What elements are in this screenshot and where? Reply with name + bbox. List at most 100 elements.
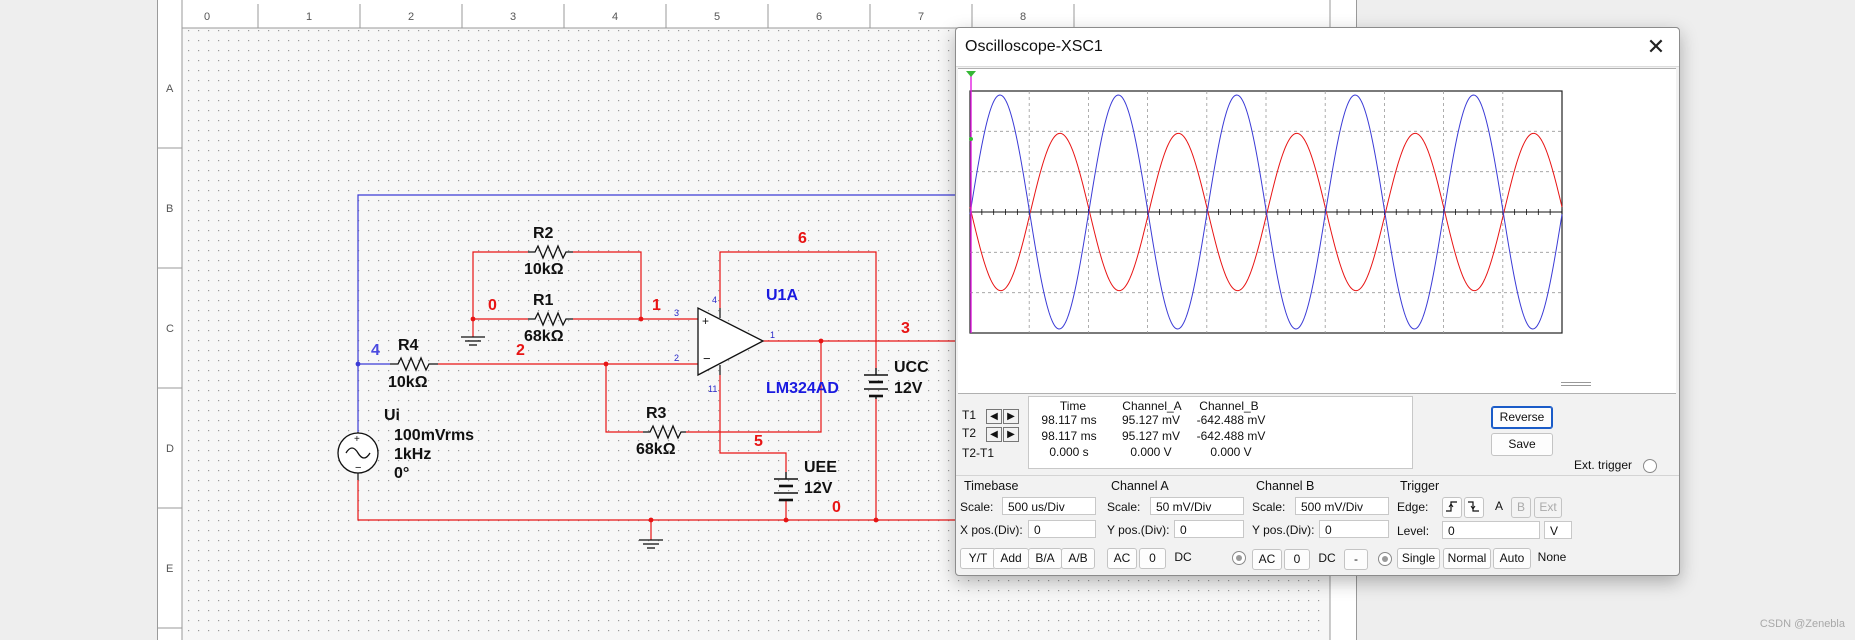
opamp-name: U1A — [766, 287, 798, 304]
rising-edge-icon[interactable] — [1442, 497, 1462, 518]
waveform-display[interactable] — [958, 69, 1676, 393]
source-name: Ui — [384, 407, 400, 424]
timebase-scale-input[interactable]: 500 us/Div — [1002, 497, 1096, 515]
top-ruler-label: 6 — [816, 11, 822, 23]
left-ruler-label: B — [166, 203, 173, 215]
trigger-mode-auto-button[interactable]: Auto — [1493, 548, 1531, 569]
channel-b-ypos-label: Y pos.(Div): — [1252, 523, 1315, 537]
t1-channel-b: -642.488 mV — [1196, 413, 1266, 427]
trigger-source-b-button[interactable]: B — [1511, 497, 1531, 518]
save-button[interactable]: Save — [1491, 433, 1553, 456]
top-ruler-label: 7 — [918, 11, 924, 23]
t2-t1-channel-a: 0.000 V — [1130, 445, 1172, 459]
top-ruler-label: 1 — [306, 11, 312, 23]
channel-b-scale-label: Scale: — [1252, 500, 1286, 514]
source-frequency: 1kHz — [394, 446, 431, 463]
trigger-mode-normal-button[interactable]: Normal — [1443, 548, 1491, 569]
source-phase: 0° — [394, 465, 409, 482]
r2-value: 10kΩ — [524, 261, 564, 278]
channel-b-dc-button[interactable]: DC — [1312, 549, 1342, 570]
t2-t1-label: T2-T1 — [962, 446, 995, 460]
r4-value: 10kΩ — [388, 374, 428, 391]
add-mode-button[interactable]: Add — [993, 548, 1029, 569]
channel-a-scale-label: Scale: — [1107, 500, 1141, 514]
net-label-2: 2 — [516, 342, 525, 359]
channel-a-dc-button[interactable]: DC — [1168, 548, 1198, 569]
top-ruler-label: 5 — [714, 11, 720, 23]
reverse-button[interactable]: Reverse — [1491, 406, 1553, 429]
top-ruler — [158, 0, 1356, 28]
top-ruler-label: 2 — [408, 11, 414, 23]
timebase-title: Timebase — [964, 479, 1019, 493]
channel-a-zero-button[interactable]: 0 — [1139, 548, 1166, 569]
svg-text:−: − — [355, 462, 361, 474]
trigger-mode-none-button[interactable]: None — [1533, 548, 1571, 569]
pin-1: 1 — [770, 330, 775, 340]
t1-right-arrow-icon[interactable]: ▶ — [1003, 409, 1019, 424]
channel-b-scale-input[interactable]: 500 mV/Div — [1295, 497, 1389, 515]
channel-b-terminal[interactable] — [1378, 552, 1392, 566]
r3-value: 68kΩ — [636, 441, 676, 458]
t1-label: T1 — [962, 408, 977, 422]
r1-name: R1 — [533, 292, 554, 309]
t2-time: 98.117 ms — [1041, 429, 1097, 443]
trigger-level-input[interactable]: 0 — [1442, 521, 1540, 539]
net-label-6: 6 — [798, 230, 807, 247]
timebase-xpos-input[interactable]: 0 — [1028, 520, 1096, 538]
channel-b-ypos-input[interactable]: 0 — [1319, 520, 1389, 538]
watermark: CSDN @Zenebla — [1759, 618, 1845, 630]
t2-left-arrow-icon[interactable]: ◀ — [986, 427, 1002, 442]
t1-time: 98.117 ms — [1041, 413, 1097, 427]
header-time: Time — [1059, 399, 1087, 413]
channel-a-ac-button[interactable]: AC — [1107, 548, 1137, 569]
net-label-0-b: 0 — [832, 499, 841, 516]
pin-4: 4 — [712, 295, 717, 305]
trigger-title: Trigger — [1400, 479, 1440, 493]
opamp-part: LM324AD — [766, 380, 839, 397]
ext-trigger-terminal[interactable] — [1643, 459, 1657, 473]
yt-mode-button[interactable]: Y/T — [960, 548, 996, 569]
trigger-mode-single-button[interactable]: Single — [1397, 548, 1440, 569]
trigger-level-label: Level: — [1397, 524, 1430, 538]
uee-value: 12V — [804, 480, 833, 497]
channel-a-ypos-input[interactable]: 0 — [1174, 520, 1244, 538]
top-ruler-label: 3 — [510, 11, 516, 23]
channel-a-terminal[interactable] — [1232, 551, 1246, 565]
trigger-source-ext-button[interactable]: Ext — [1534, 497, 1562, 518]
pin-3: 3 — [674, 308, 679, 318]
oscilloscope-screen[interactable] — [958, 68, 1676, 394]
t2-label: T2 — [962, 426, 977, 440]
controls-divider — [956, 475, 1679, 476]
net-label-0-a: 0 — [488, 297, 497, 314]
trigger-source-a-button[interactable]: A — [1489, 497, 1509, 518]
channel-b-ac-button[interactable]: AC — [1252, 549, 1282, 570]
t2-right-arrow-icon[interactable]: ▶ — [1003, 427, 1019, 442]
oscilloscope-titlebar[interactable]: Oscilloscope-XSC1 ✕ — [956, 28, 1679, 67]
left-ruler — [158, 0, 182, 640]
top-ruler-label: 4 — [612, 11, 618, 23]
splitter-handle[interactable] — [1561, 382, 1591, 386]
ab-mode-button[interactable]: A/B — [1061, 548, 1095, 569]
pin-2: 2 — [674, 353, 679, 363]
r3-name: R3 — [646, 405, 667, 422]
t1-channel-a: 95.127 mV — [1121, 413, 1181, 427]
close-icon[interactable]: ✕ — [1643, 34, 1669, 60]
t1-left-arrow-icon[interactable]: ◀ — [986, 409, 1002, 424]
channel-b-zero-button[interactable]: 0 — [1284, 549, 1310, 570]
header-channel-b: Channel_B — [1199, 399, 1259, 413]
channel-a-scale-input[interactable]: 50 mV/Div — [1150, 497, 1244, 515]
r4-name: R4 — [398, 337, 419, 354]
channel-a-ypos-label: Y pos.(Div): — [1107, 523, 1170, 537]
t2-channel-b: -642.488 mV — [1196, 429, 1266, 443]
header-channel-a: Channel_A — [1122, 399, 1182, 413]
r2-name: R2 — [533, 225, 554, 242]
ext-trigger-label: Ext. trigger — [1574, 458, 1633, 472]
left-ruler-label: C — [166, 323, 174, 335]
oscilloscope-window[interactable]: Oscilloscope-XSC1 ✕ T1 ◀ ▶ T2 ◀ ▶ T2-T1 … — [955, 27, 1680, 576]
svg-text:−: − — [703, 351, 711, 366]
channel-b-minus-button[interactable]: - — [1344, 549, 1368, 570]
trigger-level-unit[interactable]: V — [1544, 521, 1572, 539]
ba-mode-button[interactable]: B/A — [1028, 548, 1062, 569]
falling-edge-icon[interactable] — [1464, 497, 1484, 518]
cursor-handle-icon — [966, 71, 976, 77]
